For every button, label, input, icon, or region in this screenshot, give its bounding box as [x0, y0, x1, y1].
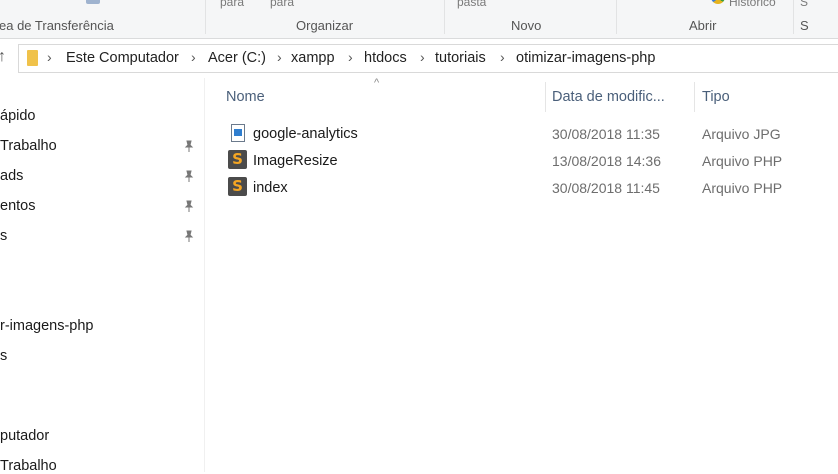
breadcrumb-tutoriais[interactable]: tutoriais [435, 50, 486, 66]
nav-item-this-pc[interactable]: putador [0, 428, 49, 444]
nav-item-folder[interactable]: s [0, 348, 7, 364]
column-header-type[interactable]: Tipo [702, 89, 730, 105]
file-date: 13/08/2018 14:36 [552, 153, 661, 169]
nav-item-quick-access[interactable]: ápido [0, 108, 35, 124]
breadcrumb-this-pc[interactable]: Este Computador [66, 50, 179, 66]
ribbon-group-label-clipboard: ea de Transferência [0, 18, 114, 33]
chevron-right-icon[interactable]: › [420, 49, 425, 65]
ribbon-group-select: S S [794, 0, 838, 38]
file-row[interactable]: S ImageResize 13/08/2018 14:36 Arquivo P… [224, 149, 838, 175]
chevron-right-icon[interactable]: › [191, 49, 196, 65]
file-type: Arquivo JPG [702, 126, 781, 142]
file-name: index [253, 180, 288, 196]
address-bar[interactable]: › Este Computador › Acer (C:) › xampp › … [18, 44, 838, 73]
column-separator[interactable] [694, 82, 695, 112]
file-row[interactable]: S index 30/08/2018 11:45 Arquivo PHP [224, 176, 838, 202]
ribbon: ea de Transferência para para Organizar … [0, 0, 838, 39]
breadcrumb-drive[interactable]: Acer (C:) [208, 50, 266, 66]
nav-item-downloads[interactable]: ads [0, 168, 23, 184]
chevron-right-icon[interactable]: › [348, 49, 353, 65]
file-date: 30/08/2018 11:45 [552, 180, 660, 196]
pin-icon[interactable] [183, 140, 195, 152]
new-folder-button[interactable]: pasta [457, 0, 486, 9]
ribbon-group-clipboard: ea de Transferência [0, 0, 205, 38]
ribbon-group-organize: para para Organizar [206, 0, 444, 38]
pane-divider[interactable] [204, 78, 205, 472]
nav-item-documents[interactable]: entos [0, 198, 35, 214]
clipboard-icon [86, 0, 100, 4]
move-to-button[interactable]: para [220, 0, 244, 9]
file-name: ImageResize [253, 153, 338, 169]
folder-icon [27, 50, 38, 66]
file-name: google-analytics [253, 126, 358, 142]
history-icon [711, 0, 725, 4]
sort-ascending-icon: ^ [374, 77, 380, 89]
chevron-right-icon[interactable]: › [47, 49, 52, 65]
column-separator[interactable] [545, 82, 546, 112]
file-type: Arquivo PHP [702, 153, 783, 169]
file-type: Arquivo PHP [702, 180, 783, 196]
ribbon-group-open: Histórico Abrir [617, 0, 793, 38]
ribbon-group-label-open: Abrir [689, 18, 717, 33]
pin-icon[interactable] [183, 200, 195, 212]
navigation-pane: ápido Trabalho ads entos s r-imagens-php… [0, 100, 204, 474]
nav-item-pictures[interactable]: s [0, 228, 7, 244]
select-button[interactable]: S [800, 0, 808, 9]
pin-icon[interactable] [183, 170, 195, 182]
pin-icon[interactable] [183, 230, 195, 242]
breadcrumb-htdocs[interactable]: htdocs [364, 50, 407, 66]
chevron-right-icon[interactable]: › [277, 49, 282, 65]
ribbon-group-label-organize: Organizar [296, 18, 354, 33]
ribbon-group-new: pasta Novo [445, 0, 616, 38]
chevron-right-icon[interactable]: › [500, 49, 505, 65]
file-row[interactable]: google-analytics 30/08/2018 11:35 Arquiv… [224, 122, 838, 148]
breadcrumb-current-folder[interactable]: otimizar-imagens-php [516, 50, 655, 66]
ribbon-group-label-new: Novo [511, 18, 542, 33]
up-arrow-icon[interactable]: ↑ [0, 48, 14, 66]
sublime-php-icon: S [228, 177, 247, 196]
column-header-name[interactable]: Nome [226, 89, 265, 105]
breadcrumb-xampp[interactable]: xampp [291, 50, 335, 66]
column-header-date[interactable]: Data de modific... [552, 89, 665, 105]
history-button[interactable]: Histórico [729, 0, 776, 9]
jpg-file-icon [231, 124, 245, 142]
nav-item-otimizar-imagens-php[interactable]: r-imagens-php [0, 318, 94, 334]
file-date: 30/08/2018 11:35 [552, 126, 660, 142]
copy-to-button[interactable]: para [270, 0, 294, 9]
nav-item-desktop[interactable]: Trabalho [0, 138, 57, 154]
ribbon-group-label-select: S [800, 18, 809, 33]
sublime-php-icon: S [228, 150, 247, 169]
